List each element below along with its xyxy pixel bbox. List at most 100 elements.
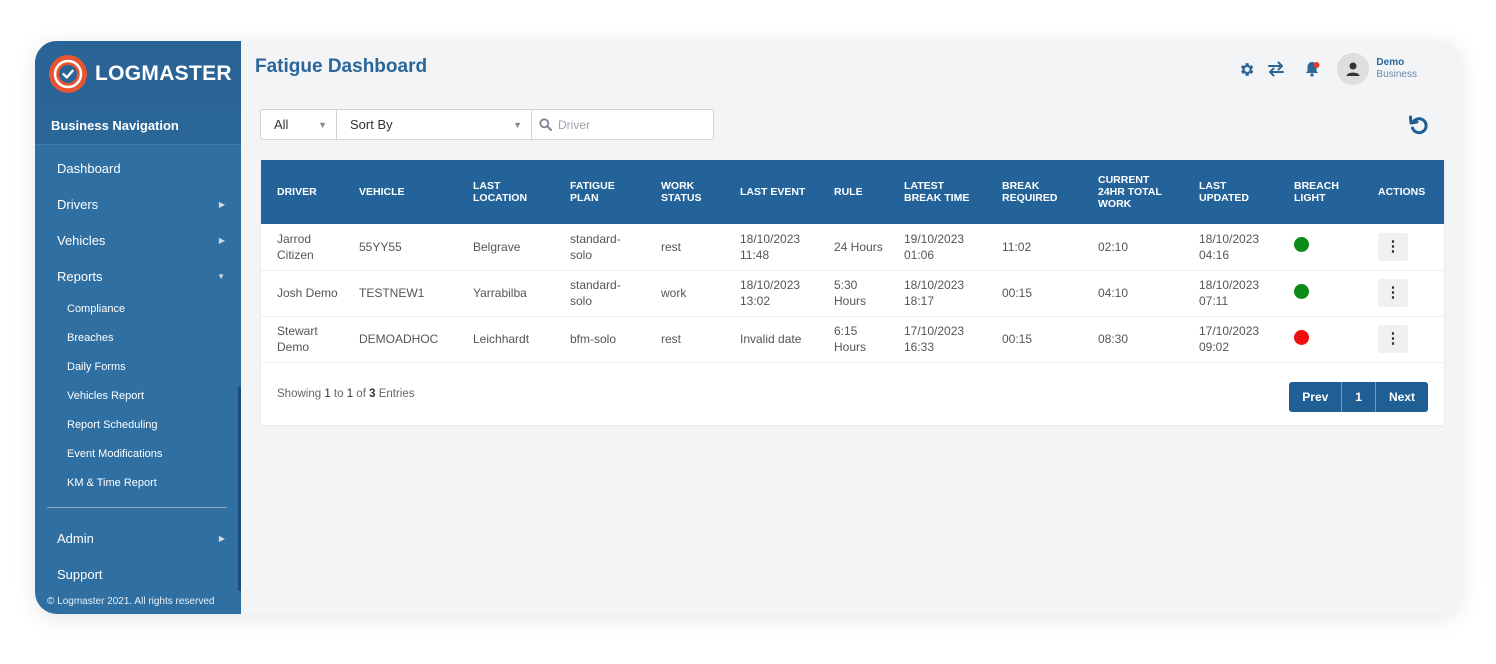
cell-driver: Jarrod Citizen [261, 224, 343, 271]
prev-page-button[interactable]: Prev [1289, 382, 1343, 412]
sidebar-item-dashboard[interactable]: Dashboard [35, 150, 241, 186]
more-vertical-icon: ⋮ [1385, 330, 1401, 347]
pagination: Prev 1 Next [1289, 382, 1428, 412]
cell-driver: Josh Demo [261, 270, 343, 317]
driver-search-box[interactable] [532, 109, 714, 140]
showing-to-word: to [330, 388, 347, 400]
cell-fatigue-plan: standard-solo [554, 270, 645, 317]
sidebar-subitem-report-scheduling[interactable]: Report Scheduling [35, 410, 241, 439]
sidebar-subitem-event-modifications[interactable]: Event Modifications [35, 439, 241, 468]
app-window: LOGMASTER Business Navigation Dashboard … [35, 41, 1461, 614]
cell-breach-light [1278, 316, 1362, 363]
sidebar-item-label: Dashboard [57, 160, 121, 176]
cell-latest-break-time: 18/10/2023 18:17 [888, 270, 986, 317]
sidebar-item-admin[interactable]: Admin ▶ [35, 520, 241, 556]
search-icon [539, 118, 552, 131]
sidebar-item-support[interactable]: Support [35, 556, 241, 592]
showing-suffix: Entries [375, 388, 415, 400]
page-title: Fatigue Dashboard [255, 56, 428, 77]
table-header-row: DRIVER VEHICLE LAST LOCATION FATIGUE PLA… [261, 160, 1444, 224]
cell-last-updated: 18/10/2023 07:11 [1183, 270, 1278, 317]
chevron-down-icon: ▼ [318, 119, 327, 130]
column-header-breach-light[interactable]: BREACH LIGHT [1278, 160, 1362, 224]
cell-total-work: 02:10 [1082, 224, 1183, 271]
sidebar: LOGMASTER Business Navigation Dashboard … [35, 41, 241, 614]
sidebar-subitem-compliance[interactable]: Compliance [35, 294, 241, 323]
breach-light-dot [1294, 329, 1309, 345]
sidebar-subitem-daily-forms[interactable]: Daily Forms [35, 352, 241, 381]
table-row[interactable]: Stewart Demo DEMOADHOC Leichhardt bfm-so… [261, 316, 1444, 363]
sidebar-item-drivers[interactable]: Drivers ▶ [35, 186, 241, 222]
bell-icon[interactable] [1301, 58, 1323, 80]
sort-by-select[interactable]: Sort By ▼ [337, 109, 532, 140]
sidebar-subitem-km-time-report[interactable]: KM & Time Report [35, 468, 241, 497]
cell-fatigue-plan: bfm-solo [554, 316, 645, 363]
cell-latest-break-time: 19/10/2023 01:06 [888, 224, 986, 271]
table-row[interactable]: Jarrod Citizen 55YY55 Belgrave standard-… [261, 224, 1444, 271]
showing-prefix: Showing [277, 388, 325, 400]
copyright-text: © Logmaster 2021. All rights reserved [47, 596, 215, 607]
column-header-break-required[interactable]: BREAK REQUIRED [986, 160, 1082, 224]
cell-breach-light [1278, 270, 1362, 317]
column-header-work-status[interactable]: WORK STATUS [645, 160, 724, 224]
sidebar-item-reports[interactable]: Reports ▼ [35, 258, 241, 294]
refresh-icon[interactable] [1407, 113, 1431, 137]
sidebar-subitem-breaches[interactable]: Breaches [35, 323, 241, 352]
driver-search-input[interactable] [558, 117, 698, 132]
sidebar-subitem-vehicles-report[interactable]: Vehicles Report [35, 381, 241, 410]
caret-right-icon: ▶ [218, 199, 225, 209]
cell-last-updated: 17/10/2023 09:02 [1183, 316, 1278, 363]
cell-total-work: 04:10 [1082, 270, 1183, 317]
cell-break-required: 00:15 [986, 270, 1082, 317]
logmaster-logo-icon [49, 55, 87, 93]
cell-work-status: work [645, 270, 724, 317]
gear-icon[interactable] [1235, 58, 1257, 80]
fatigue-table-card: DRIVER VEHICLE LAST LOCATION FATIGUE PLA… [261, 160, 1444, 425]
column-header-latest-break-time[interactable]: LATEST BREAK TIME [888, 160, 986, 224]
user-info[interactable]: Demo Business [1376, 57, 1417, 81]
showing-of-word: of [353, 388, 370, 400]
brand-logo[interactable]: LOGMASTER [35, 41, 241, 107]
fatigue-table: DRIVER VEHICLE LAST LOCATION FATIGUE PLA… [261, 160, 1444, 363]
swap-arrows-icon[interactable] [1265, 58, 1287, 80]
sort-by-value: Sort By [350, 117, 393, 132]
cell-latest-break-time: 17/10/2023 16:33 [888, 316, 986, 363]
caret-down-icon: ▼ [217, 271, 225, 281]
column-header-last-event[interactable]: LAST EVENT [724, 160, 818, 224]
page-number-button[interactable]: 1 [1342, 382, 1376, 412]
row-actions-button[interactable]: ⋮ [1378, 232, 1408, 261]
next-page-button[interactable]: Next [1375, 382, 1428, 412]
user-name: Demo [1376, 57, 1405, 68]
more-vertical-icon: ⋮ [1385, 284, 1401, 301]
column-header-rule[interactable]: RULE [818, 160, 888, 224]
caret-right-icon: ▶ [218, 533, 225, 543]
breach-light-dot [1294, 283, 1309, 299]
column-header-last-location[interactable]: LAST LOCATION [457, 160, 554, 224]
status-filter-select[interactable]: All ▼ [260, 109, 337, 140]
cell-rule: 5:30 Hours [818, 270, 888, 317]
table-row[interactable]: Josh Demo TESTNEW1 Yarrabilba standard-s… [261, 270, 1444, 317]
cell-rule: 24 Hours [818, 224, 888, 271]
column-header-fatigue-plan[interactable]: FATIGUE PLAN [554, 160, 645, 224]
column-header-driver[interactable]: DRIVER [261, 160, 343, 224]
cell-location: Yarrabilba [457, 270, 554, 317]
cell-actions: ⋮ [1362, 270, 1444, 317]
cell-break-required: 00:15 [986, 316, 1082, 363]
cell-last-updated: 18/10/2023 04:16 [1183, 224, 1278, 271]
column-header-last-updated[interactable]: LAST UPDATED [1183, 160, 1278, 224]
column-header-current-24hr-total-work[interactable]: CURRENT 24HR TOTAL WORK [1082, 160, 1183, 224]
cell-work-status: rest [645, 224, 724, 271]
sidebar-item-label: Admin [57, 530, 94, 546]
row-actions-button[interactable]: ⋮ [1378, 279, 1408, 307]
status-filter-value: All [274, 117, 289, 132]
column-header-vehicle[interactable]: VEHICLE [343, 160, 457, 224]
avatar[interactable] [1337, 53, 1370, 85]
sidebar-item-vehicles[interactable]: Vehicles ▶ [35, 222, 241, 258]
sidebar-item-label: Reports [57, 268, 103, 284]
nav-heading: Business Navigation [35, 107, 241, 145]
cell-location: Belgrave [457, 224, 554, 271]
cell-last-event: 18/10/2023 11:48 [724, 224, 818, 271]
row-actions-button[interactable]: ⋮ [1378, 325, 1408, 353]
brand-name: LOGMASTER [95, 62, 232, 85]
caret-right-icon: ▶ [218, 235, 225, 245]
